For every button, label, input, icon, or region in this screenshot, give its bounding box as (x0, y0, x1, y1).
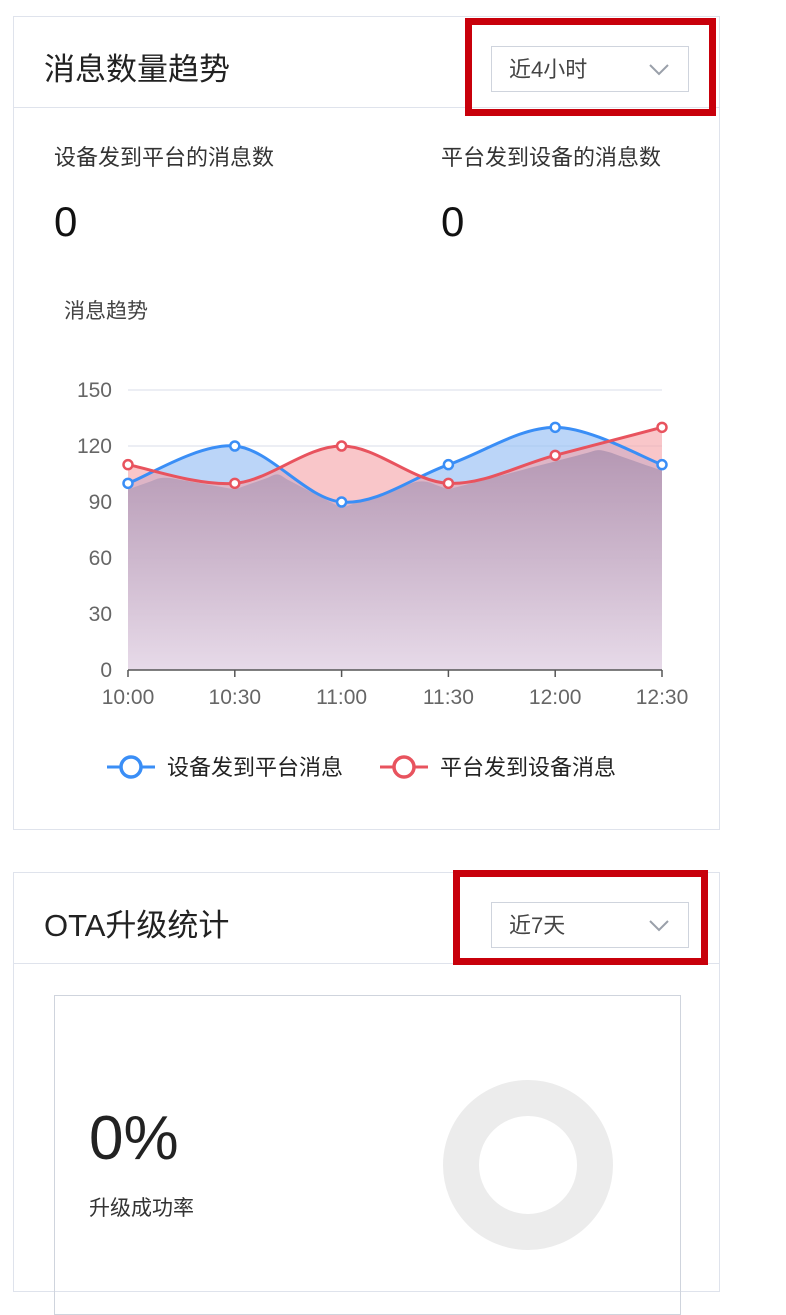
success-rate-value: 0% (89, 1104, 179, 1173)
ota-range-value: 近7天 (509, 913, 566, 938)
data-point (122, 458, 134, 471)
x-tick-label: 12:00 (529, 686, 582, 709)
x-tick-label: 12:30 (636, 686, 689, 709)
legend-label: 设备发到平台消息 (167, 755, 343, 780)
data-point (335, 440, 348, 452)
y-tick-label: 90 (89, 491, 112, 514)
ota-title: OTA升级统计 (44, 908, 230, 943)
legend-label: 平台发到设备消息 (440, 755, 616, 780)
data-point (442, 458, 455, 471)
data-point (549, 421, 561, 434)
legend-marker (119, 755, 143, 779)
message-trend-card: 消息数量趋势 近4小时 设备发到平台的消息数 0 平台发到设备的消息数 0 消息… (13, 16, 720, 830)
x-tick-label: 11:00 (316, 686, 367, 709)
y-tick-label: 120 (77, 435, 112, 458)
data-point (229, 477, 241, 490)
ota-header: OTA升级统计 近7天 (14, 873, 719, 964)
x-tick-label: 10:30 (209, 686, 262, 709)
data-point (442, 477, 455, 490)
success-rate-panel: 0% 升级成功率 (54, 995, 681, 1315)
data-point (229, 440, 241, 452)
y-tick-label: 150 (77, 379, 112, 402)
chevron-down-icon (649, 920, 669, 932)
legend-marker (392, 755, 416, 779)
ota-stats-card: OTA升级统计 近7天 0% 升级成功率 (13, 872, 720, 1315)
y-tick-label: 60 (89, 547, 112, 570)
success-rate-label: 升级成功率 (89, 1197, 194, 1220)
y-tick-label: 30 (89, 603, 112, 626)
success-rate-donut (443, 1080, 613, 1250)
data-point (335, 496, 348, 508)
y-tick-label: 0 (100, 659, 112, 682)
x-tick-label: 10:00 (102, 686, 155, 709)
data-point (549, 449, 561, 462)
data-point (122, 477, 134, 490)
data-point (656, 421, 668, 434)
x-tick-label: 11:30 (423, 686, 474, 709)
data-point (656, 458, 668, 471)
message-trend-chart: 0 30 60 90 120 150 10:00 10:30 11:00 11:30 12:00 12… (77, 379, 689, 780)
ota-range-select[interactable]: 近7天 (491, 902, 689, 948)
